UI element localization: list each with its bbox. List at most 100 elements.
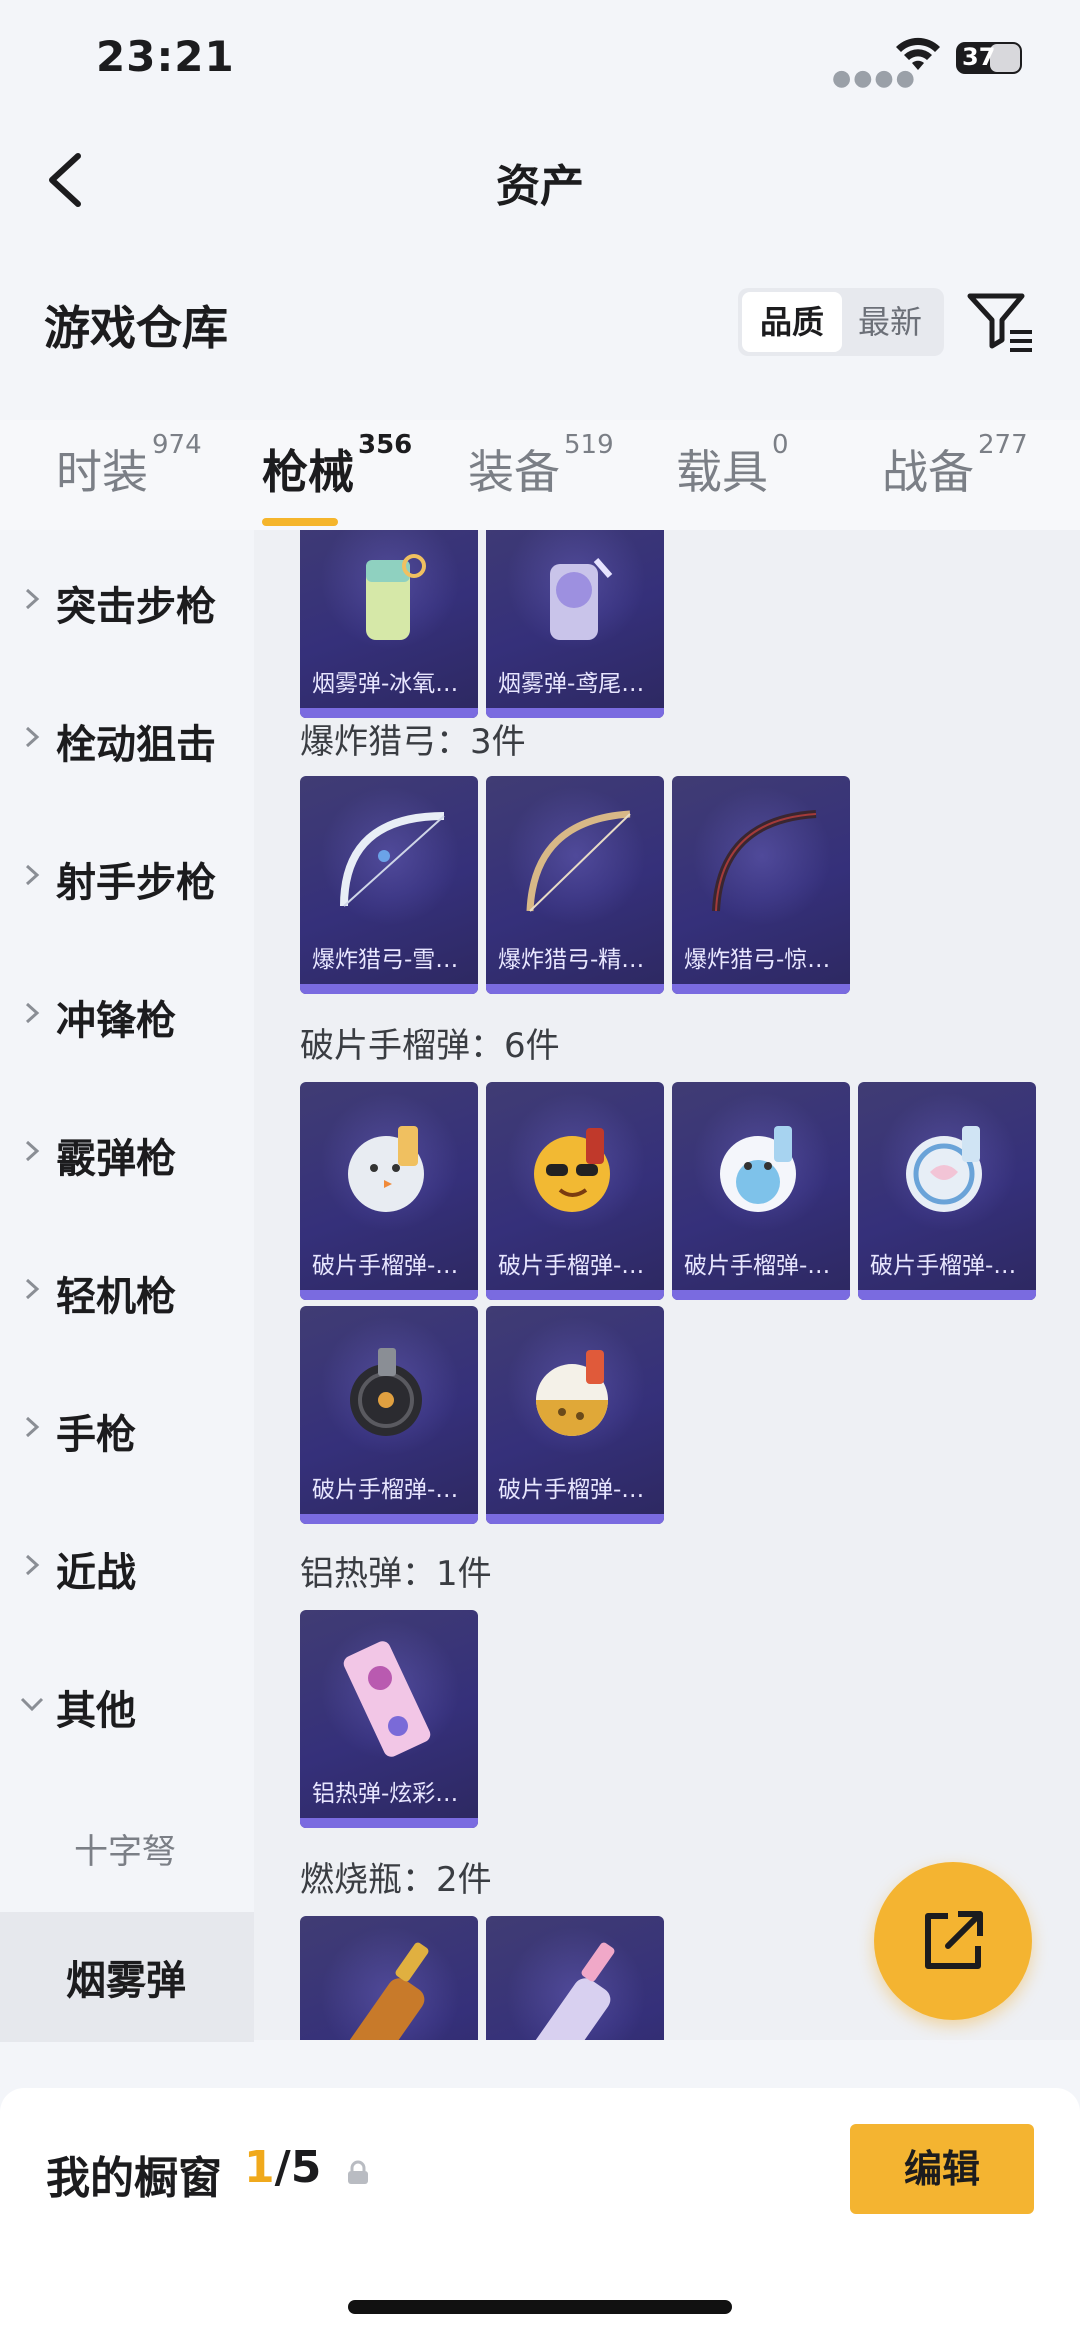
chevron-right-icon	[25, 726, 40, 748]
sidebar-item-label: 霰弹枪	[56, 1136, 176, 1182]
item-card-name: 破片手榴弹-…	[870, 1253, 1017, 1279]
section-title: 破片手榴弹：6件	[300, 1026, 560, 1066]
item-card-name: 破片手榴弹-…	[498, 1477, 645, 1503]
sidebar-item-label: 冲锋枪	[56, 998, 176, 1044]
tab-count: 356	[358, 430, 413, 460]
tab-label: 载具	[676, 445, 768, 499]
sort-toggle: 品质 最新	[738, 288, 944, 356]
chevron-right-icon	[25, 864, 40, 886]
item-card[interactable]: 烟雾弹-鸢尾…	[486, 530, 664, 718]
chevron-right-icon	[25, 1002, 40, 1024]
item-card-name: 烟雾弹-冰氧…	[312, 671, 459, 697]
sidebar-item-other[interactable]: 其他	[0, 1658, 254, 1748]
grenade-art	[348, 1126, 424, 1212]
tab-label: 枪械	[262, 445, 354, 499]
tab-count: 277	[978, 430, 1028, 460]
item-card[interactable]	[300, 1916, 478, 2040]
tab-firearms[interactable]: 枪械 356	[262, 430, 412, 526]
bow-art	[712, 810, 817, 912]
sidebar-item-bolt-sniper[interactable]: 栓动狙击	[0, 692, 254, 782]
item-card[interactable]: 破片手榴弹-…	[486, 1082, 664, 1300]
item-card-name: 破片手榴弹-…	[312, 1477, 459, 1503]
status-time: 23:21	[96, 32, 235, 81]
sidebar-item-assault-rifle[interactable]: 突击步枪	[0, 554, 254, 644]
item-card-name: 铝热弹-炫彩…	[312, 1781, 459, 1807]
chevron-right-icon	[25, 1278, 40, 1300]
sidebar-item-melee[interactable]: 近战	[0, 1520, 254, 1610]
tab-equipment[interactable]: 装备 519	[468, 430, 614, 502]
sidebar-subitem-crossbow[interactable]: 十字弩	[74, 1824, 176, 1873]
tab-supplies[interactable]: 战备 277	[882, 430, 1028, 502]
warehouse-header: 游戏仓库 品质 最新	[0, 270, 1080, 380]
tab-count: 974	[152, 430, 202, 460]
item-card[interactable]: 烟雾弹-冰氧…	[300, 530, 478, 718]
edit-button[interactable]: 编辑	[850, 2124, 1034, 2214]
status-bar: 23:21 ●●●● 37	[0, 0, 1080, 120]
tab-vehicles[interactable]: 载具 0	[676, 430, 789, 502]
showcase-total: /5	[274, 2142, 322, 2193]
sort-quality-button[interactable]: 品质	[742, 292, 842, 352]
showcase-label: 我的橱窗	[46, 2153, 222, 2204]
sidebar-item-marksman-rifle[interactable]: 射手步枪	[0, 830, 254, 920]
item-card[interactable]: 爆炸猎弓-雪…	[300, 776, 478, 994]
tab-count: 0	[772, 430, 789, 460]
sort-latest-button[interactable]: 最新	[840, 292, 940, 352]
sidebar-item-lmg[interactable]: 轻机枪	[0, 1244, 254, 1334]
item-card-name: 烟雾弹-鸢尾…	[498, 671, 645, 697]
item-card-name: 破片手榴弹-…	[498, 1253, 645, 1279]
item-card[interactable]: 破片手榴弹-…	[300, 1082, 478, 1300]
showcase-count: 1/5	[244, 2142, 321, 2193]
grenade-art	[350, 1348, 422, 1436]
home-indicator[interactable]	[348, 2300, 732, 2314]
category-tabs: 时装 974 枪械 356 装备 519 载具 0 战备 277	[0, 420, 1080, 530]
molotov-art	[529, 1942, 615, 2040]
item-card-name: 爆炸猎弓-惊…	[684, 947, 831, 973]
item-card[interactable]: 铝热弹-炫彩…	[300, 1610, 478, 1828]
share-button[interactable]	[874, 1862, 1032, 2020]
sidebar-item-label: 近战	[56, 1550, 136, 1596]
chevron-right-icon	[25, 1140, 40, 1162]
item-card[interactable]	[486, 1916, 664, 2040]
item-grid: 烟雾弹-冰氧… 烟雾弹-鸢尾… 爆炸猎弓：3件 爆炸猎弓-雪… 爆炸猎弓-精… …	[254, 530, 1080, 2040]
chevron-right-icon	[25, 588, 40, 610]
item-card[interactable]: 破片手榴弹-…	[300, 1306, 478, 1524]
sidebar-item-shotgun[interactable]: 霰弹枪	[0, 1106, 254, 1196]
smoke-canister-art	[550, 558, 613, 640]
sidebar-subitem-smoke-grenade[interactable]: 烟雾弹	[0, 1912, 254, 2042]
nav-bar: 资产	[0, 120, 1080, 240]
sidebar-item-label: 轻机枪	[56, 1274, 176, 1320]
item-card-name: 破片手榴弹-…	[312, 1253, 459, 1279]
sidebar-item-smg[interactable]: 冲锋枪	[0, 968, 254, 1058]
item-card-name: 爆炸猎弓-雪…	[312, 947, 459, 973]
weapon-category-sidebar: 突击步枪 栓动狙击 射手步枪 冲锋枪 霰弹枪 轻机枪 手枪 近战 其他 十字弩 …	[0, 530, 254, 2042]
lock-icon	[348, 2160, 368, 2184]
grenade-art	[536, 1350, 608, 1436]
molotov-art	[343, 1942, 429, 2040]
sidebar-item-label: 烟雾弹	[66, 1958, 186, 2004]
share-icon	[925, 1911, 983, 1969]
item-card[interactable]: 爆炸猎弓-精…	[486, 776, 664, 994]
wifi-icon	[896, 37, 940, 70]
grenade-art	[534, 1128, 610, 1212]
tab-fashion[interactable]: 时装 974	[56, 430, 202, 502]
battery-level: 37	[962, 43, 996, 71]
grenade-art	[720, 1126, 796, 1212]
item-card-name: 爆炸猎弓-精…	[498, 947, 645, 973]
sidebar-item-label: 其他	[56, 1688, 136, 1734]
tab-label: 装备	[468, 445, 560, 499]
tab-count: 519	[564, 430, 614, 460]
thermite-art	[343, 1641, 431, 1757]
sidebar-item-label: 突击步枪	[56, 584, 216, 630]
tab-label: 战备	[882, 445, 974, 499]
item-card-name: 破片手榴弹-…	[684, 1253, 831, 1279]
item-card[interactable]: 破片手榴弹-…	[486, 1306, 664, 1524]
warehouse-label: 游戏仓库	[44, 301, 228, 355]
section-title: 燃烧瓶：2件	[300, 1860, 492, 1900]
item-card[interactable]: 破片手榴弹-…	[858, 1082, 1036, 1300]
item-card[interactable]: 爆炸猎弓-惊…	[672, 776, 850, 994]
filter-icon[interactable]	[966, 290, 1036, 356]
sidebar-item-label: 手枪	[56, 1412, 136, 1458]
sidebar-item-label: 栓动狙击	[56, 722, 216, 768]
sidebar-item-pistol[interactable]: 手枪	[0, 1382, 254, 1472]
item-card[interactable]: 破片手榴弹-…	[672, 1082, 850, 1300]
